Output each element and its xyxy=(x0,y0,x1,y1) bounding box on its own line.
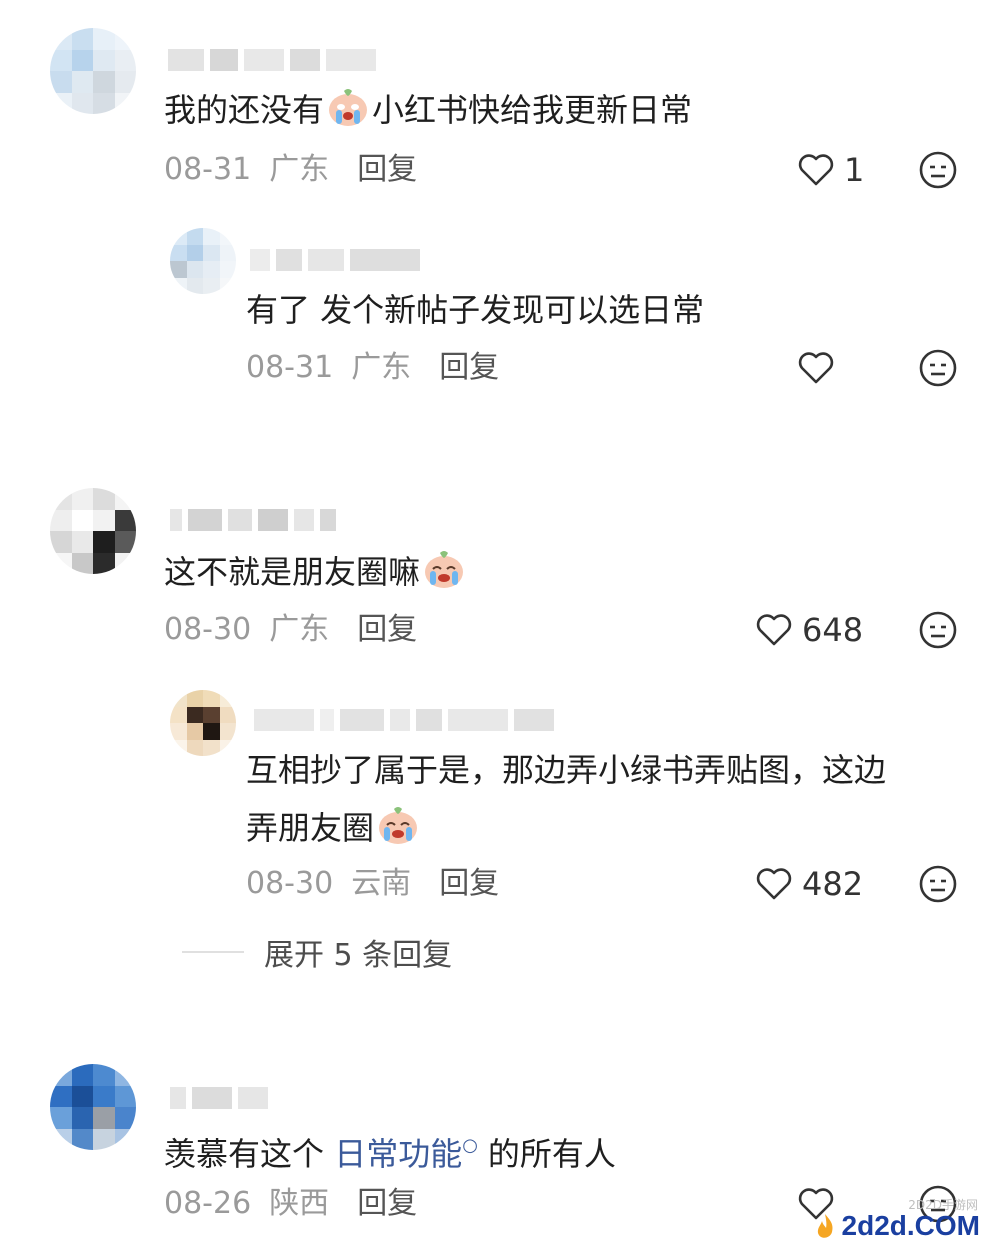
search-icon[interactable]: ○ xyxy=(462,1135,478,1156)
comment-date: 08-30 xyxy=(164,612,252,647)
crying-emoji-icon xyxy=(326,85,370,129)
comment-date: 08-26 xyxy=(164,1186,252,1221)
comment-date: 08-31 xyxy=(246,350,334,385)
heart-outline-icon xyxy=(798,352,834,384)
reply-button[interactable]: 回复 xyxy=(439,348,499,388)
comment-text: 有了 发个新帖子发现可以选日常 xyxy=(246,291,705,329)
divider xyxy=(182,951,244,953)
comment-region: 广东 xyxy=(269,152,330,187)
reply-button[interactable]: 回复 xyxy=(439,864,499,904)
expand-replies-button[interactable]: 展开 5 条回复 xyxy=(182,930,452,974)
heart-outline-icon xyxy=(798,154,834,186)
heart-outline-icon xyxy=(756,868,792,900)
dislike-button[interactable] xyxy=(918,864,958,904)
comment-meta: 08-31 广东 回复 xyxy=(164,150,417,190)
comment-text: 羡慕有这个 日常功能○ 的所有人 xyxy=(164,1118,616,1182)
heart-outline-icon xyxy=(756,614,792,646)
comment-text: 这不就是朋友圈嘛 xyxy=(164,544,468,600)
comment-date: 08-30 xyxy=(246,866,334,901)
comment-meta: 08-30 广东 回复 xyxy=(164,610,417,650)
comment-region: 陕西 xyxy=(269,1186,330,1221)
watermark-logo: 2d2d.COM xyxy=(841,1210,980,1241)
watermark-caption: 2D2D手游网 xyxy=(908,1198,978,1212)
avatar[interactable] xyxy=(50,488,136,574)
expand-replies-label: 展开 5 条回复 xyxy=(264,938,453,973)
dislike-button[interactable] xyxy=(918,150,958,190)
topic-link[interactable]: 日常功能 xyxy=(334,1135,462,1173)
neutral-face-icon xyxy=(919,865,957,903)
reply-button[interactable]: 回复 xyxy=(357,150,417,190)
like-count: 648 xyxy=(802,611,864,649)
username-blurred[interactable] xyxy=(170,1078,268,1118)
avatar[interactable] xyxy=(50,28,136,114)
comment-text-part: 羡慕有这个 xyxy=(164,1135,325,1173)
username-blurred[interactable] xyxy=(254,700,554,740)
comment-text-part: 小红书快给我更新日常 xyxy=(372,91,693,129)
comment-region: 云南 xyxy=(351,866,412,901)
like-button[interactable]: 648 xyxy=(754,610,863,650)
dislike-button[interactable] xyxy=(918,348,958,388)
neutral-face-icon xyxy=(919,151,957,189)
avatar[interactable] xyxy=(50,1064,136,1150)
comment-meta: 08-31 广东 回复 xyxy=(246,348,499,388)
avatar[interactable] xyxy=(170,690,236,756)
like-count: 1 xyxy=(844,151,865,189)
like-button[interactable]: 1 xyxy=(796,150,864,190)
comment-text-part: 的所有人 xyxy=(487,1135,616,1173)
comment-region: 广东 xyxy=(269,612,330,647)
comment-text-line2: 弄朋友圈 xyxy=(246,800,422,856)
reply-button[interactable]: 回复 xyxy=(357,610,417,650)
comment-date: 08-31 xyxy=(164,152,252,187)
like-button[interactable]: 482 xyxy=(754,864,863,904)
comment-text-part: 弄朋友圈 xyxy=(246,809,375,847)
comment-text: 互相抄了属于是，那边弄小绿书弄贴图，这边 xyxy=(246,751,887,789)
dislike-button[interactable] xyxy=(918,610,958,650)
username-blurred[interactable] xyxy=(250,240,420,280)
reply-button[interactable]: 回复 xyxy=(357,1184,417,1224)
like-button[interactable] xyxy=(796,348,844,388)
like-count: 482 xyxy=(802,865,864,903)
crying-emoji-icon xyxy=(422,547,466,591)
comment-meta: 08-30 云南 回复 xyxy=(246,864,499,904)
comment-meta: 08-26 陕西 回复 xyxy=(164,1184,417,1224)
comment-text-part: 这不就是朋友圈嘛 xyxy=(164,553,421,591)
comment-text-part: 我的还没有 xyxy=(164,91,325,129)
neutral-face-icon xyxy=(919,611,957,649)
crying-emoji-icon xyxy=(376,803,420,847)
comment-text: 我的还没有 小红书快给我更新日常 xyxy=(164,82,692,138)
username-blurred[interactable] xyxy=(168,40,376,80)
flame-logo-icon xyxy=(817,1214,833,1238)
neutral-face-icon xyxy=(919,349,957,387)
username-blurred[interactable] xyxy=(170,500,336,540)
avatar[interactable] xyxy=(170,228,236,294)
comment-region: 广东 xyxy=(351,350,412,385)
watermark: 2D2D手游网 2d2d.COM xyxy=(814,1198,980,1242)
